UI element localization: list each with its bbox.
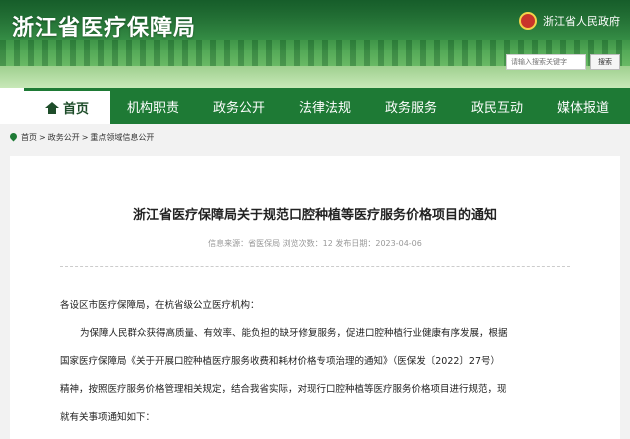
article-paragraph-line: 就有关事项通知如下： bbox=[60, 412, 156, 423]
nav-item-label: 政民互动 bbox=[470, 100, 523, 116]
main-nav: 首页 机构职责 政务公开 法律法规 政务服务 政民互动 媒体报道 bbox=[0, 88, 630, 124]
article-title: 浙江省医疗保障局关于规范口腔种植等医疗服务价格项目的通知 bbox=[132, 208, 497, 223]
breadcrumb: 首页 > 政务公开 > 重点领域信息公开 bbox=[10, 132, 154, 143]
breadcrumb-separator: > bbox=[39, 133, 46, 142]
gov-portal-link-label: 浙江省人民政府 bbox=[543, 15, 620, 28]
main-nav-bar: 首页 机构职责 政务公开 法律法规 政务服务 政民互动 媒体报道 bbox=[24, 88, 630, 124]
home-icon bbox=[44, 101, 59, 114]
article-salutation: 各设区市医疗保障局，在杭省级公立医疗机构： bbox=[60, 300, 260, 311]
divider bbox=[60, 266, 570, 267]
article-paragraph-line: 精神，按照医疗服务价格管理相关规定，结合我省实际，对现行口腔种植等医疗服务价格项… bbox=[60, 384, 507, 395]
nav-item-org-duties[interactable]: 机构职责 bbox=[110, 88, 196, 124]
nav-item-gov-services[interactable]: 政务服务 bbox=[368, 88, 454, 124]
breadcrumb-link-gov-open[interactable]: 政务公开 bbox=[48, 132, 80, 143]
nav-item-label: 政务公开 bbox=[212, 100, 265, 116]
nav-item-home[interactable]: 首页 bbox=[24, 88, 110, 124]
article-paragraph-line: 国家医疗保障局《关于开展口腔种植医疗服务收费和耗材价格专项治理的通知》（医保发〔… bbox=[60, 356, 501, 367]
article-meta: 信息来源：省医保局 浏览次数：12 发布日期：2023-04-06 bbox=[208, 239, 422, 248]
site-title[interactable]: 浙江省医疗保障局 bbox=[12, 10, 196, 42]
breadcrumb-link-home[interactable]: 首页 bbox=[21, 132, 37, 143]
location-pin-icon bbox=[10, 133, 17, 142]
national-emblem-icon bbox=[519, 12, 537, 30]
nav-item-label: 首页 bbox=[62, 102, 89, 117]
nav-item-laws[interactable]: 法律法规 bbox=[282, 88, 368, 124]
search-button[interactable]: 搜索 bbox=[590, 54, 620, 70]
nav-item-interaction[interactable]: 政民互动 bbox=[454, 88, 540, 124]
breadcrumb-link-key-areas[interactable]: 重点领域信息公开 bbox=[90, 132, 154, 143]
article-body: 各设区市医疗保障局，在杭省级公立医疗机构： 为保障人民群众获得高质量、有效率、能… bbox=[60, 292, 580, 432]
nav-item-gov-open[interactable]: 政务公开 bbox=[196, 88, 282, 124]
site-header: 浙江省医疗保障局 浙江省人民政府 搜索 bbox=[0, 0, 630, 88]
nav-item-label: 媒体报道 bbox=[556, 100, 609, 116]
article-paragraph-line: 为保障人民群众获得高质量、有效率、能负担的缺牙修复服务，促进口腔种植行业健康有序… bbox=[80, 328, 508, 339]
search-input[interactable] bbox=[506, 54, 586, 70]
article-card: 浙江省医疗保障局关于规范口腔种植等医疗服务价格项目的通知 信息来源：省医保局 浏… bbox=[10, 156, 620, 439]
nav-item-label: 机构职责 bbox=[126, 100, 179, 116]
breadcrumb-separator: > bbox=[81, 133, 89, 142]
nav-item-label: 法律法规 bbox=[298, 100, 351, 116]
nav-item-label: 政务服务 bbox=[384, 100, 437, 116]
search-box: 搜索 bbox=[506, 54, 620, 70]
nav-item-media[interactable]: 媒体报道 bbox=[540, 88, 626, 124]
gov-portal-link[interactable]: 浙江省人民政府 bbox=[519, 12, 620, 30]
